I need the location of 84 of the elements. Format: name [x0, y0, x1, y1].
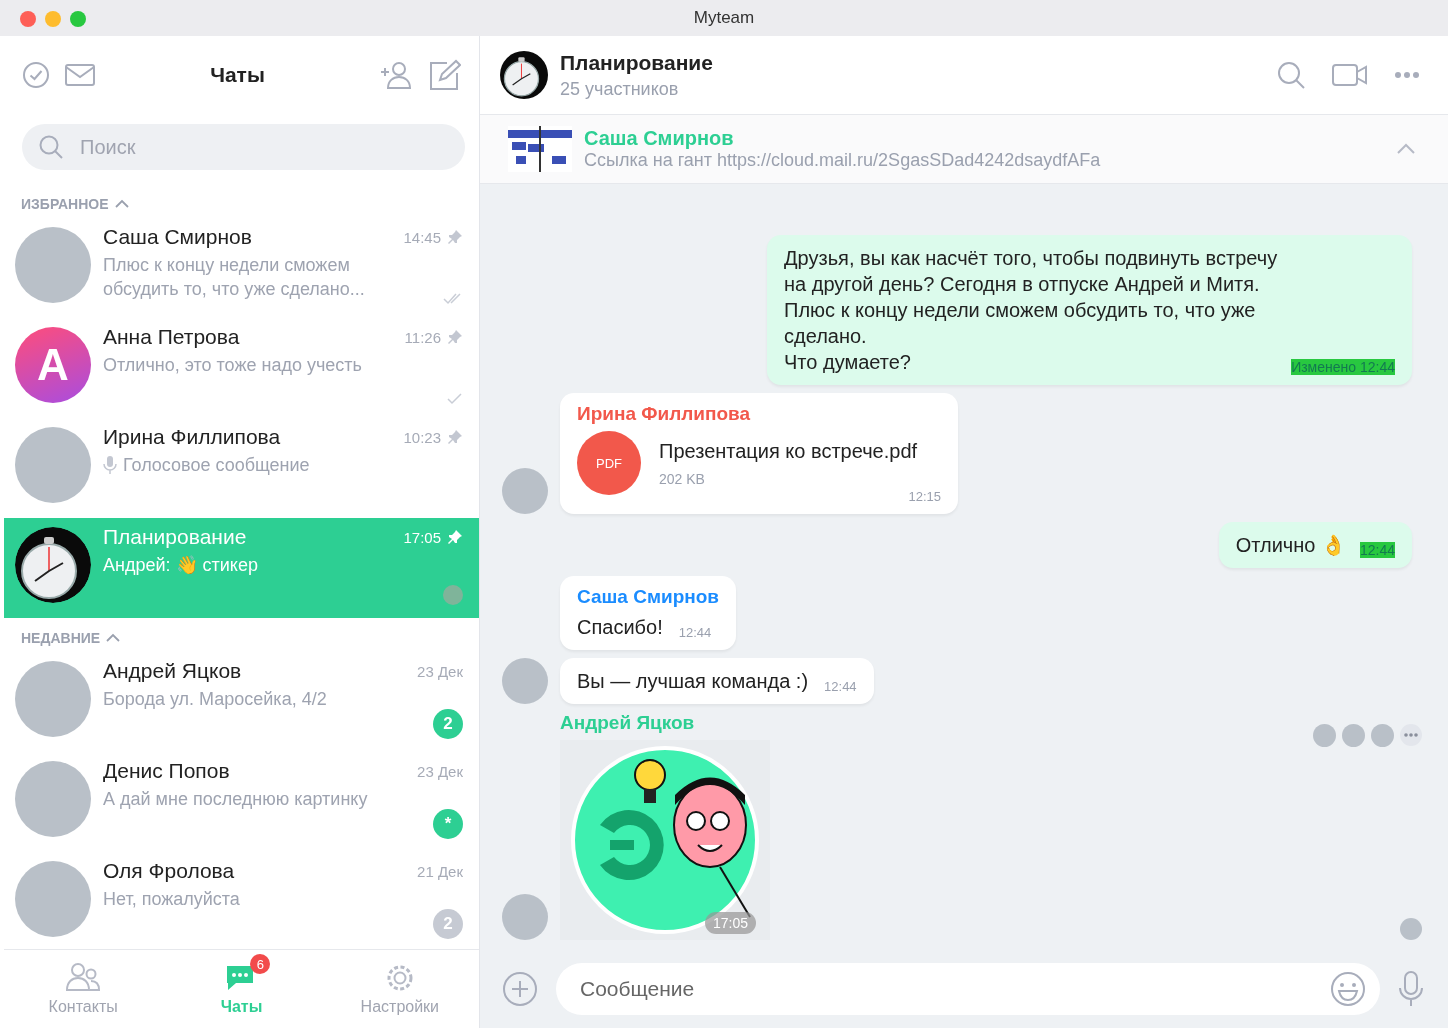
chat-list-item[interactable]: А Анна Петрова 11:26 Отлично, это тоже надо учесть [4, 318, 479, 418]
chat-name: Оля Фролова [103, 859, 236, 883]
chat-time: 21 Дек [417, 862, 463, 880]
file-name: Презентация ко встрече.pdf [659, 439, 918, 463]
message-time: 12:44 [678, 625, 712, 640]
reader-avatar-placeholder [1342, 724, 1365, 747]
message-text: Спасибо! [577, 615, 663, 640]
add-contact-icon[interactable] [379, 60, 413, 90]
emoji-icon[interactable] [1330, 971, 1366, 1007]
chat-name: Андрей Яцков [103, 659, 243, 683]
reader-avatar-placeholder [1313, 724, 1336, 747]
plus-circle-icon[interactable] [502, 971, 538, 1007]
unread-badge: 2 [433, 909, 463, 939]
section-title: ИЗБРАННОЕ [21, 196, 109, 212]
more-icon[interactable] [1400, 724, 1422, 746]
chat-preview: Плюс к концу недели сможем обсудить то, что уже сделано... [103, 254, 366, 301]
compose-icon[interactable] [427, 59, 461, 91]
chevron-icon[interactable] [114, 199, 129, 209]
message-text: Вы — лучшая команда :) [577, 669, 809, 694]
more-icon[interactable] [1394, 71, 1420, 79]
notification-badge: 6 [250, 954, 271, 974]
sender-name: Саша Смирнов [577, 586, 720, 608]
message-input[interactable]: Сообщение [556, 963, 1380, 1015]
close-button[interactable] [20, 11, 36, 27]
gantt-chart-thumbnail [508, 126, 572, 172]
chat-time: 10:23 [403, 428, 441, 446]
microphone-icon[interactable] [1398, 970, 1424, 1008]
member-count: 25 участников [560, 78, 680, 100]
stopwatch-icon [500, 51, 548, 99]
nav-tab[interactable]: 6 Чаты [162, 950, 321, 1028]
chat-preview: А дай мне последнюю картинку [103, 788, 368, 811]
avatar-letter: А [15, 327, 91, 403]
zoom-button[interactable] [70, 11, 86, 27]
file-size: 202 KB [659, 470, 706, 487]
chat-preview: Борода ул. Маросейка, 4/2 [103, 688, 327, 711]
pdf-file-icon: PDF [577, 431, 641, 495]
file-message[interactable]: Ирина Филлипова PDF Презентация ко встрече.pdf 202 KB 12:15 [560, 393, 958, 514]
message-text: Друзья, вы как насчёт того, чтобы подвинуть встречу на другой день? Сегодня в отпуске Андрей и Митя. Плюс к концу недели сможем обсудить то, что уже сделано. Что думаете? [784, 246, 1278, 375]
chat-list-item[interactable]: Оля Фролова 21 Дек Нет, пожалуйста 2 [4, 852, 479, 949]
chat-name: Планирование [103, 525, 248, 549]
chat-title: Планирование [560, 50, 714, 75]
chat-time: 17:05 [403, 528, 441, 546]
chat-name: Ирина Филлипова [103, 425, 282, 449]
chat-time: 14:45 [403, 228, 441, 246]
chat-time: 23 Дек [417, 762, 463, 780]
chat-name: Анна Петрова [103, 325, 241, 349]
chat-preview: Нет, пожалуйста [103, 888, 240, 911]
minimize-button[interactable] [45, 11, 61, 27]
reader-avatar-placeholder [1371, 724, 1394, 747]
reader-avatar-placeholder [1400, 918, 1422, 940]
section-title: НЕДАВНИЕ [21, 630, 101, 646]
sender-name: Ирина Филлипова [577, 403, 752, 425]
chevron-icon[interactable] [106, 633, 121, 643]
chat-name: Саша Смирнов [103, 225, 253, 249]
sidebar-title: Чаты [209, 63, 266, 87]
message-time: Изменено 12:44 [1291, 359, 1395, 375]
check-circle-icon[interactable] [22, 61, 50, 89]
sender-name: Андрей Яцков [560, 712, 696, 734]
window-title: Myteam [693, 8, 755, 28]
chat-list-item[interactable]: Андрей Яцков 23 Дек Борода ул. Маросейка, 4/2 2 [4, 652, 479, 752]
chat-time: 11:26 [404, 328, 441, 346]
chat-list-item[interactable]: Ирина Филлипова 10:23 Голосовое сообщение [4, 418, 479, 518]
message-text: Отлично 👌 [1235, 533, 1346, 558]
chat-preview: Андрей: 👋 стикер [103, 554, 258, 577]
video-camera-icon[interactable] [1332, 62, 1368, 88]
search-icon[interactable] [1276, 60, 1306, 90]
chat-list-item[interactable]: Денис Попов 23 Дек А дай мне последнюю картинку * [4, 752, 479, 852]
chat-list-item[interactable]: Саша Смирнов 14:45 Плюс к концу недели сможем обсудить то, что уже сделано... [4, 218, 479, 318]
unread-badge: 2 [433, 709, 463, 739]
chat-preview: Отлично, это тоже надо учесть [103, 354, 362, 377]
message-time: 17:05 [704, 912, 756, 934]
search-field[interactable]: Поиск [22, 124, 465, 170]
chat-name: Денис Попов [103, 759, 231, 783]
contacts-icon [66, 962, 101, 992]
chat-time: 23 Дек [417, 662, 463, 680]
search-icon [38, 134, 64, 160]
message-time: 12:44 [824, 679, 857, 694]
unread-badge: * [433, 809, 463, 839]
pinned-author: Саша Смирнов [584, 127, 735, 150]
message-time: 12:44 [1359, 542, 1395, 558]
message-time: 12:15 [908, 489, 941, 504]
mail-icon[interactable] [64, 62, 96, 88]
chat-preview: Голосовое сообщение [123, 454, 310, 477]
chevron-up-icon[interactable] [1396, 143, 1416, 155]
